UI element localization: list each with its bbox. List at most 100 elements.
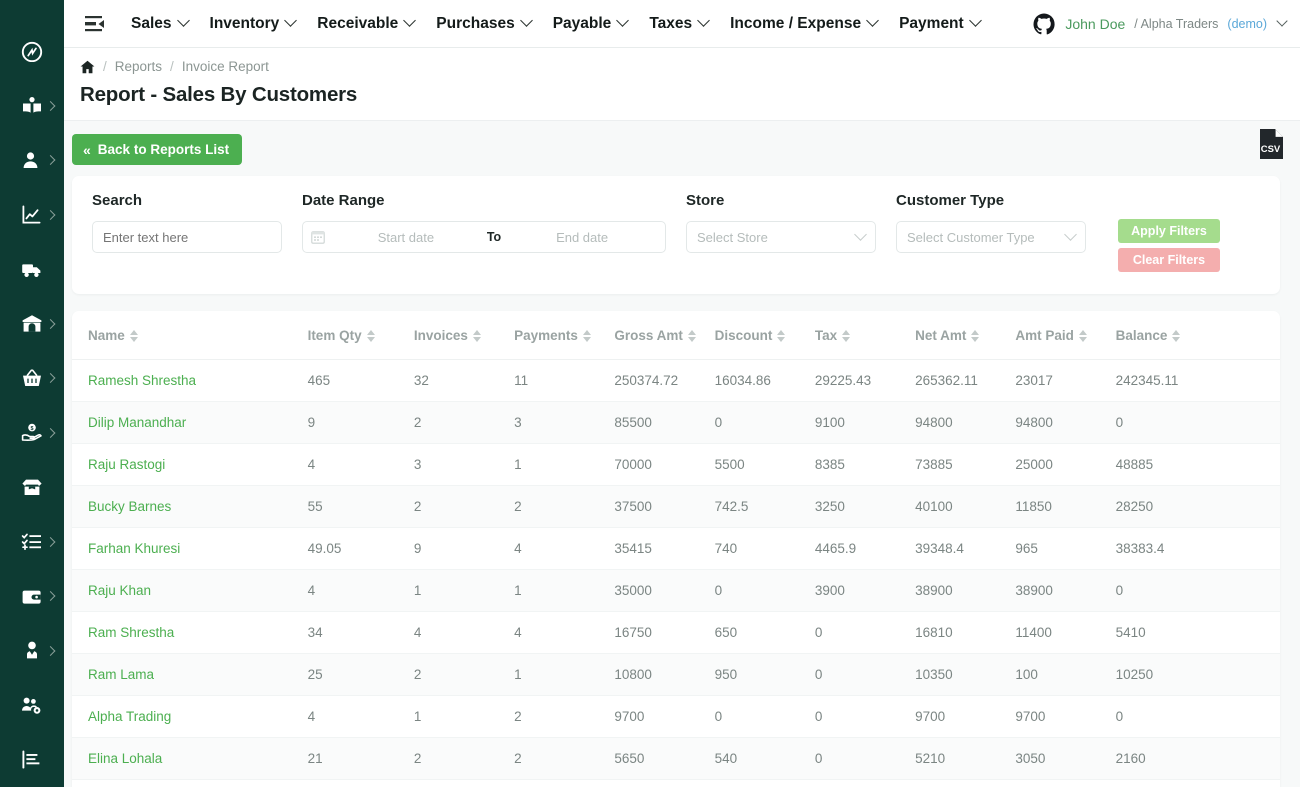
filter-buttons: Apply Filters Clear Filters [1118,219,1220,272]
home-icon[interactable] [80,60,95,74]
sidebar-item-delivery[interactable] [0,242,64,297]
apply-filters-button[interactable]: Apply Filters [1118,219,1220,243]
sidebar-item-dashboard[interactable] [0,24,64,79]
nav-item-purchases[interactable]: Purchases [425,0,541,48]
sort-toggle-icon[interactable] [1172,329,1181,342]
sidebar-item-users[interactable] [0,624,64,679]
cell-discount: 950 [714,653,815,696]
sidebar-item-purchases[interactable] [0,351,64,406]
chevron-right-icon [45,427,56,438]
column-header-balance[interactable]: Balance [1115,311,1280,360]
column-header-name[interactable]: Name [72,311,308,360]
column-header-gross-amt[interactable]: Gross Amt [614,311,715,360]
table-row: Ram Lama 25 2 1 10800 950 0 10350 100 10250 [72,653,1280,696]
column-header-net-amt[interactable]: Net Amt [915,311,1016,360]
cell-amt-paid: 11400 [1015,611,1116,654]
cell-discount: 5500 [714,443,815,486]
cell-net-amt: 73885 [915,443,1016,486]
table-row: Bucky Barnes 55 2 2 37500 742.5 3250 40100 11850… [72,485,1280,528]
cell-payments: 4 [514,527,615,570]
cell-name[interactable]: Raju Rastogi [72,443,308,486]
chevron-down-icon[interactable] [1276,14,1288,27]
cell-name[interactable]: Ram Lama [72,653,308,696]
cell-name[interactable]: Alpha Trading [72,695,308,738]
cell-payments: 1 [514,653,615,696]
nav-item-label: Inventory [209,14,280,32]
wallet-icon [21,586,43,607]
column-header-discount[interactable]: Discount [714,311,815,360]
column-header-amt-paid[interactable]: Amt Paid [1015,311,1116,360]
cell-tax: 0 [814,611,916,654]
chevron-down-icon [866,14,879,27]
csv-export-button[interactable]: CSV [1258,129,1284,159]
cell-gross-amt: 16750 [614,611,715,654]
sidebar-item-inventory[interactable] [0,460,64,515]
nav-item-receivable[interactable]: Receivable [306,0,425,48]
column-header-label: Discount [714,328,773,343]
breadcrumb-item-invoice-report[interactable]: Invoice Report [182,59,269,74]
store-select[interactable]: Select Store [686,221,876,253]
nav-item-payment[interactable]: Payment [888,0,991,48]
filter-store: Store Select Store [676,192,886,253]
cell-name[interactable]: Bucky Barnes [72,485,308,528]
sidebar-item-tasks[interactable] [0,515,64,570]
cell-gross-amt: 5650 [614,737,715,780]
search-input[interactable] [92,221,282,253]
start-date-placeholder[interactable]: Start date [331,230,481,245]
sort-toggle-icon[interactable] [582,329,591,342]
cell-net-amt: 39348.4 [915,527,1016,570]
cell-tax: 29225.43 [814,359,916,402]
cell-invoices: 4 [413,611,515,654]
sidebar-item-user-settings[interactable] [0,678,64,733]
date-range-picker[interactable]: Start date To End date [302,221,666,253]
sidebar-item-wallet[interactable] [0,569,64,624]
sidebar-item-analytics[interactable] [0,733,64,787]
main-area: Sales Inventory Receivable Purchases Payable… [64,0,1300,787]
cell-name[interactable]: Farhan Khuresi [72,527,308,570]
nav-item-income-expense[interactable]: Income / Expense [719,0,888,48]
icon-sidebar: $ [0,0,64,787]
sort-toggle-icon[interactable] [777,329,786,342]
cell-name[interactable]: Raju Khan [72,569,308,612]
sidebar-item-reports[interactable] [0,188,64,243]
column-header-item-qty[interactable]: Item Qty [307,311,414,360]
sidebar-item-store[interactable] [0,297,64,352]
cell-item-qty: 4 [307,695,414,738]
cell-name[interactable]: Dilip Manandhar [72,401,308,444]
column-header-tax[interactable]: Tax [814,311,916,360]
sort-toggle-icon[interactable] [129,329,138,342]
column-header-label: Payments [514,328,578,343]
customer-type-select[interactable]: Select Customer Type [896,221,1086,253]
cell-name[interactable]: Ramesh Shrestha [72,359,308,402]
sort-toggle-icon[interactable] [687,329,696,342]
column-header-invoices[interactable]: Invoices [413,311,515,360]
cell-invoices: 1 [413,569,515,612]
cell-discount: 650 [714,611,815,654]
sidebar-item-payments[interactable]: $ [0,406,64,461]
nav-item-inventory[interactable]: Inventory [199,0,307,48]
sort-toggle-icon[interactable] [1078,329,1087,342]
nav-item-taxes[interactable]: Taxes [638,0,719,48]
clear-filters-button[interactable]: Clear Filters [1118,248,1220,272]
sidebar-item-customers[interactable] [0,133,64,188]
cell-name[interactable]: Ram Shrestha [72,611,308,654]
sort-toggle-icon[interactable] [842,329,851,342]
end-date-placeholder[interactable]: End date [507,230,657,245]
cell-discount: 0 [714,569,815,612]
sort-toggle-icon[interactable] [971,329,980,342]
cell-name[interactable]: Elina Lohala [72,737,308,780]
back-to-reports-list-button[interactable]: « Back to Reports List [72,134,243,165]
user-menu[interactable]: John Doe / Alpha Traders (demo) [1026,12,1288,36]
breadcrumb-item-reports[interactable]: Reports [115,59,162,74]
menu-collapse-icon[interactable] [82,11,108,37]
sidebar-item-catalog[interactable] [0,79,64,134]
cell-item-qty: 49.05 [307,527,414,570]
column-header-payments[interactable]: Payments [514,311,615,360]
nav-item-payable[interactable]: Payable [542,0,639,48]
sort-toggle-icon[interactable] [366,329,375,342]
chevron-right-icon [45,591,56,602]
nav-item-sales[interactable]: Sales [120,0,199,48]
sort-toggle-icon[interactable] [472,329,481,342]
column-header-label: Net Amt [915,328,967,343]
cell-item-qty: 25 [307,653,414,696]
